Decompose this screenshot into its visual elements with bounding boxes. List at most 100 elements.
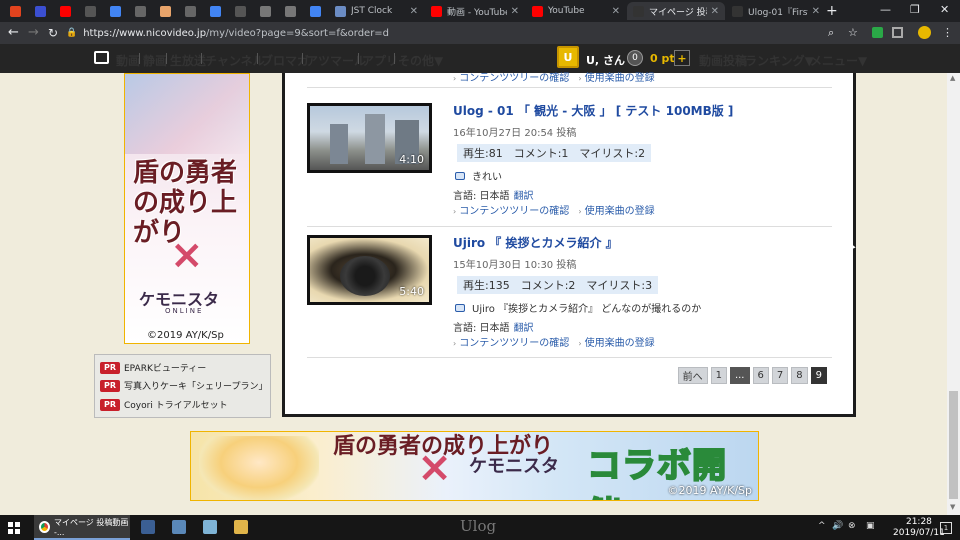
- reload-icon[interactable]: ↻: [48, 25, 58, 41]
- contents-tree-link[interactable]: コンテンツツリーの確認: [459, 73, 569, 84]
- browser-tab[interactable]: Ulog-01『First of ✕: [726, 2, 826, 20]
- browser-tab[interactable]: [29, 2, 53, 20]
- browser-tab[interactable]: [54, 2, 78, 20]
- video-title[interactable]: Ulog - 01 「 観光 - 大阪 」 [ テスト 100MB版 ]: [453, 102, 733, 119]
- taskbar-app-icon[interactable]: [141, 520, 155, 534]
- partial-links: › コンテンツツリーの確認 › 使用楽曲の登録: [453, 73, 655, 84]
- music-register-link[interactable]: 使用楽曲の登録: [585, 206, 655, 217]
- prev-page-button[interactable]: 前へ: [677, 367, 708, 384]
- chrome-icon: [39, 520, 50, 533]
- maximize-button[interactable]: ❐: [910, 3, 920, 16]
- page-button[interactable]: 7: [771, 367, 789, 384]
- language-label: 言語: 日本語: [453, 323, 510, 334]
- browser-tab[interactable]: JST Clock ✕: [329, 2, 424, 20]
- banner-ad[interactable]: 盾の勇者の成り上がり × ケモニスタ コラボ開催! ©2019 AY/K/Sp: [190, 431, 759, 501]
- extension-check-icon[interactable]: [872, 27, 883, 38]
- translate-link[interactable]: 翻訳: [514, 323, 534, 334]
- scroll-thumb[interactable]: [949, 391, 958, 499]
- nav-item[interactable]: 静画: [143, 52, 167, 69]
- pr-item[interactable]: PR 写真入りケーキ「シェリープラン」: [100, 379, 267, 392]
- niconico-tv-icon[interactable]: [94, 51, 109, 64]
- nav-item[interactable]: アプリ: [362, 52, 398, 69]
- browser-tab[interactable]: [129, 2, 153, 20]
- video-title[interactable]: Ujiro 『 挨拶とカメラ紹介 』: [453, 234, 618, 251]
- taskbar-chrome-button[interactable]: マイページ 投稿動画 -...: [34, 515, 130, 540]
- tray-chevron-icon[interactable]: ^: [818, 521, 826, 531]
- tab-close-icon[interactable]: ✕: [711, 6, 719, 17]
- add-points-button[interactable]: +: [674, 50, 690, 66]
- browser-tab[interactable]: [4, 2, 28, 20]
- zoom-icon[interactable]: ⌕: [828, 26, 834, 40]
- browser-tab[interactable]: マイページ 投稿動画 ✕: [627, 2, 725, 20]
- clock-time: 21:28: [905, 517, 932, 527]
- video-list-panel: › コンテンツツリーの確認 › 使用楽曲の登録 4:10 Ulog - 01 「 観…: [282, 73, 856, 417]
- nav-item[interactable]: 動画: [116, 52, 140, 69]
- tray-app-icon[interactable]: ⊗: [848, 521, 856, 531]
- nav-right-item[interactable]: メニュー▼: [810, 52, 867, 69]
- page-button[interactable]: 8: [791, 367, 808, 384]
- browser-tab[interactable]: [79, 2, 103, 20]
- windows-start-icon[interactable]: [8, 522, 20, 534]
- tab-close-icon[interactable]: ✕: [812, 6, 820, 17]
- pr-item[interactable]: PR EPARKビューティー: [100, 361, 206, 374]
- address-bar[interactable]: 🔒 https://www.nicovideo.jp/my/video?page…: [66, 25, 846, 41]
- tab-close-icon[interactable]: ✕: [612, 6, 620, 17]
- nav-right-item[interactable]: ランキング▼: [745, 52, 814, 69]
- page-button[interactable]: 1: [710, 367, 727, 384]
- browser-tab[interactable]: YouTube ✕: [526, 2, 626, 20]
- video-thumbnail[interactable]: 4:10: [307, 103, 432, 173]
- scroll-up-icon[interactable]: ▲: [950, 74, 955, 82]
- nav-item[interactable]: アツマール: [306, 52, 366, 69]
- video-duration: 4:10: [399, 153, 424, 166]
- page-scrollbar[interactable]: ▲ ▼: [947, 73, 960, 515]
- back-icon[interactable]: ←: [8, 25, 19, 41]
- scroll-down-icon[interactable]: ▼: [950, 503, 955, 511]
- volume-icon[interactable]: 🔊: [832, 521, 843, 531]
- tray-network-icon[interactable]: ▣: [866, 521, 875, 531]
- video-language: 言語: 日本語 翻訳: [453, 319, 534, 334]
- browser-tab[interactable]: [179, 2, 203, 20]
- bookmark-star-icon[interactable]: ☆: [848, 26, 858, 40]
- user-name[interactable]: U, さん: [586, 52, 625, 68]
- browser-tab[interactable]: [254, 2, 278, 20]
- mail-favicon-icon: [260, 5, 271, 17]
- nav-item[interactable]: チャンネル: [205, 52, 265, 69]
- new-tab-button[interactable]: +: [826, 3, 838, 19]
- nav-item[interactable]: その他▼: [398, 52, 443, 69]
- music-register-link[interactable]: 使用楽曲の登録: [585, 73, 655, 84]
- file-explorer-icon[interactable]: [234, 520, 248, 534]
- tab-close-icon[interactable]: ✕: [511, 6, 519, 17]
- side-ad[interactable]: 盾の勇者の成り上がり × ケモニスタ ONLINE ©2019 AY/K/Sp: [124, 73, 250, 344]
- browser-tab[interactable]: [279, 2, 303, 20]
- nav-right-item[interactable]: 動画投稿: [699, 52, 747, 69]
- translate-link[interactable]: 翻訳: [514, 191, 534, 202]
- page-button[interactable]: 6: [752, 367, 769, 384]
- contents-tree-link[interactable]: コンテンツツリーの確認: [459, 206, 569, 217]
- browser-tab[interactable]: [229, 2, 253, 20]
- taskbar-app-icon[interactable]: [172, 520, 186, 534]
- browser-tab[interactable]: [104, 2, 128, 20]
- music-favicon-icon: [10, 5, 21, 17]
- contents-tree-link[interactable]: コンテンツツリーの確認: [459, 338, 569, 349]
- user-avatar[interactable]: U: [557, 46, 579, 68]
- forward-icon[interactable]: →: [28, 25, 39, 41]
- notification-icon[interactable]: 1: [940, 522, 952, 534]
- tab-close-icon[interactable]: ✕: [410, 6, 418, 17]
- browser-tab[interactable]: 動画 - YouTube ✕: [425, 2, 525, 20]
- browser-tab[interactable]: [154, 2, 178, 20]
- minimize-button[interactable]: —: [880, 3, 891, 16]
- profile-avatar-icon[interactable]: [918, 26, 931, 39]
- close-window-button[interactable]: ✕: [940, 3, 949, 16]
- video-thumbnail[interactable]: 5:40: [307, 235, 432, 305]
- youtube-favicon-icon: [60, 5, 71, 17]
- taskbar-clock[interactable]: 21:28 2019/07/11: [893, 517, 945, 539]
- music-register-link[interactable]: 使用楽曲の登録: [585, 338, 655, 349]
- youtube-favicon-icon: [431, 5, 442, 17]
- taskbar-app-icon[interactable]: [203, 520, 217, 534]
- pr-item[interactable]: PR Coyori トライアルセット: [100, 398, 228, 411]
- extension-grid-icon[interactable]: [892, 27, 903, 38]
- browser-tab[interactable]: [304, 2, 328, 20]
- browser-tab[interactable]: [204, 2, 228, 20]
- chrome-menu-icon[interactable]: ⋮: [942, 26, 953, 40]
- d-favicon-icon: [35, 5, 46, 17]
